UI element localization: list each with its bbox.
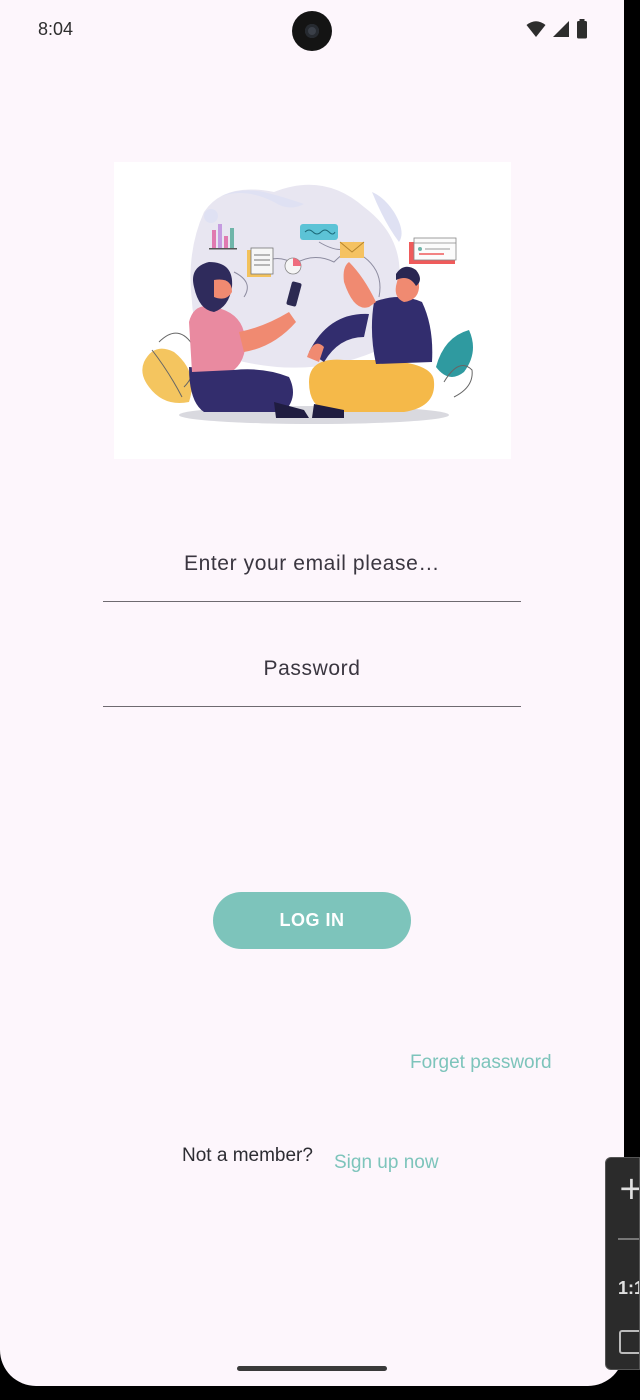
sign-up-link[interactable]: Sign up now (334, 1152, 439, 1174)
status-time: 8:04 (38, 19, 74, 39)
status-bar: 8:04 (0, 0, 624, 60)
battery-icon (577, 19, 587, 39)
signal-icon (553, 21, 569, 37)
not-member-label: Not a member? (182, 1145, 313, 1166)
app-screen: 8:04 Enter your email please… Password L… (0, 0, 624, 1386)
password-field[interactable]: Password (103, 647, 521, 707)
emulator-side-toolbar: + 1:1 (605, 1157, 640, 1370)
front-camera (292, 11, 332, 51)
zoom-in-icon[interactable]: + (618, 1172, 639, 1204)
actual-size-button[interactable]: 1:1 (618, 1278, 639, 1299)
status-icons (526, 19, 588, 39)
home-indicator[interactable] (237, 1366, 387, 1371)
wifi-icon (526, 21, 546, 37)
fit-screen-icon[interactable] (619, 1330, 639, 1354)
people-chatting-illustration (142, 184, 473, 424)
password-placeholder: Password (263, 657, 361, 680)
login-button[interactable]: LOG IN (213, 892, 411, 949)
forget-password-link[interactable]: Forget password (410, 1052, 552, 1074)
email-field[interactable]: Enter your email please… (103, 542, 521, 602)
hero-illustration (114, 162, 511, 459)
toolbar-divider (618, 1238, 639, 1240)
email-placeholder: Enter your email please… (183, 552, 440, 575)
